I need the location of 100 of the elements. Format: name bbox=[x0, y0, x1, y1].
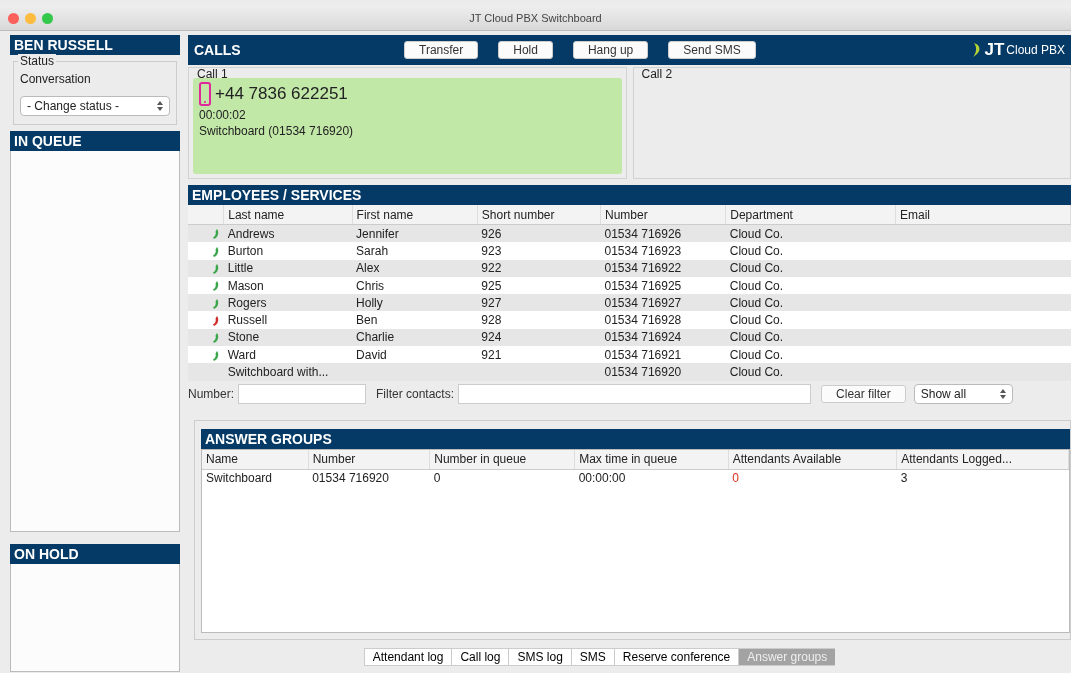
tab[interactable]: Attendant log bbox=[363, 647, 452, 666]
column-header[interactable]: Email bbox=[895, 205, 1071, 225]
table-cell: Cloud Co. bbox=[729, 261, 784, 276]
column-header[interactable]: Attendants Logged... bbox=[896, 449, 1069, 470]
table-cell: David bbox=[356, 347, 387, 362]
table-cell: 01534 716924 bbox=[604, 330, 682, 345]
filter-label: Filter contacts: bbox=[376, 386, 455, 401]
table-cell: Ward bbox=[227, 347, 256, 362]
tab[interactable]: SMS log bbox=[508, 647, 571, 666]
call-route: Switchboard (01534 716920) bbox=[199, 124, 355, 138]
column-header[interactable]: Short number bbox=[477, 205, 601, 225]
status-text: Conversation bbox=[20, 72, 92, 86]
table-cell: 925 bbox=[481, 278, 502, 293]
logo-text: Cloud PBX bbox=[1006, 43, 1065, 57]
table-cell: 01534 716927 bbox=[604, 295, 682, 310]
table-cell: Cloud Co. bbox=[729, 330, 784, 345]
call-label: Call 2 bbox=[640, 67, 674, 81]
table-cell: Switchboard bbox=[206, 471, 273, 486]
table-cell: Burton bbox=[227, 243, 264, 258]
table-cell: 924 bbox=[481, 330, 502, 345]
on-hold-header: ON HOLD bbox=[10, 544, 180, 564]
table-cell: Ben bbox=[356, 313, 378, 328]
table-cell: Little bbox=[227, 261, 254, 276]
table-cell: Mason bbox=[227, 278, 264, 293]
table-cell: 927 bbox=[481, 295, 502, 310]
number-field[interactable] bbox=[238, 383, 366, 404]
column-header[interactable]: Department bbox=[725, 205, 896, 225]
call-duration: 00:00:02 bbox=[199, 108, 247, 122]
call-label: Call 1 bbox=[196, 67, 229, 81]
table-cell: 01534 716921 bbox=[604, 347, 682, 362]
window-control-icon[interactable] bbox=[42, 12, 53, 24]
table-cell: 01534 716920 bbox=[312, 471, 389, 486]
call-action-button[interactable]: Transfer bbox=[404, 41, 479, 59]
column-header[interactable]: First name bbox=[352, 205, 478, 225]
call-action-button[interactable]: Hold bbox=[498, 41, 553, 59]
table-cell: 00:00:00 bbox=[578, 471, 626, 486]
call-action-button[interactable]: Send SMS bbox=[668, 41, 756, 59]
table-cell: 0 bbox=[433, 471, 441, 486]
table-cell: Cloud Co. bbox=[729, 226, 784, 241]
window-control-icon[interactable] bbox=[25, 12, 36, 24]
column-header[interactable]: Name bbox=[202, 449, 309, 470]
table-cell: 01534 716920 bbox=[604, 365, 682, 379]
calls-title: CALLS bbox=[194, 42, 242, 58]
table-cell: Charlie bbox=[356, 330, 395, 345]
table-cell: 3 bbox=[900, 471, 908, 486]
table-cell: 01534 716922 bbox=[604, 261, 682, 276]
column-header[interactable]: Max time in queue bbox=[574, 449, 729, 470]
table-cell: Jennifer bbox=[356, 226, 399, 241]
column-header[interactable]: Attendants Available bbox=[728, 449, 897, 470]
table-cell: 928 bbox=[481, 313, 502, 328]
window-control-icon[interactable] bbox=[8, 12, 19, 24]
user-name-header: BEN RUSSELL bbox=[10, 35, 180, 55]
column-header[interactable]: Number bbox=[600, 205, 726, 225]
table-cell: 01534 716925 bbox=[604, 278, 682, 293]
column-header[interactable]: Number bbox=[308, 449, 430, 470]
table-cell: 01534 716926 bbox=[604, 226, 682, 241]
table-cell: Cloud Co. bbox=[729, 313, 784, 328]
table-cell: Cloud Co. bbox=[729, 295, 784, 310]
table-cell: Alex bbox=[356, 261, 380, 276]
table-cell: Cloud Co. bbox=[729, 278, 784, 293]
table-cell: Sarah bbox=[356, 243, 389, 258]
column-header[interactable]: Number in queue bbox=[429, 449, 575, 470]
table-cell: Andrews bbox=[227, 226, 275, 241]
table-cell: 921 bbox=[481, 347, 502, 362]
answer-groups-header: ANSWER GROUPS bbox=[201, 428, 1070, 449]
tab[interactable]: SMS bbox=[570, 647, 614, 666]
table-cell: 0 bbox=[732, 471, 739, 486]
filter-field[interactable] bbox=[458, 383, 812, 404]
stepper-arrows-icon bbox=[157, 101, 163, 111]
table-cell: Chris bbox=[356, 278, 385, 293]
window-title: JT Cloud PBX Switchboard bbox=[469, 12, 602, 24]
mobile-phone-icon bbox=[199, 82, 211, 106]
table-cell: Cloud Co. bbox=[729, 347, 784, 362]
in-queue-header: IN QUEUE bbox=[10, 131, 180, 151]
stepper-arrows-icon bbox=[999, 388, 1006, 399]
table-cell: Cloud Co. bbox=[729, 243, 784, 258]
call-action-button[interactable]: Hang up bbox=[572, 41, 649, 59]
active-call-card[interactable]: +44 7836 622251 00:00:02 Switchboard (01534 716920) bbox=[193, 78, 622, 174]
table-cell: 01534 716923 bbox=[604, 243, 682, 258]
number-label: Number: bbox=[188, 386, 234, 401]
logo-mark: JT bbox=[984, 40, 1005, 60]
table-cell: Stone bbox=[227, 330, 260, 345]
show-select[interactable]: Show all bbox=[913, 383, 1013, 404]
table-cell: 01534 716928 bbox=[604, 313, 682, 328]
status-label: Status bbox=[18, 54, 57, 68]
table-cell: 922 bbox=[481, 261, 502, 276]
table-cell: Rogers bbox=[227, 295, 267, 310]
table-cell: Cloud Co. bbox=[729, 365, 784, 379]
column-header[interactable]: Last name bbox=[223, 205, 353, 225]
clear-filter-button[interactable]: Clear filter bbox=[821, 384, 906, 403]
employees-header: EMPLOYEES / SERVICES bbox=[188, 185, 1071, 205]
caller-number: +44 7836 622251 bbox=[215, 84, 348, 104]
table-cell: Switchboard with... bbox=[227, 365, 329, 379]
table-cell: Russell bbox=[227, 313, 268, 328]
tab[interactable]: Reserve conference bbox=[613, 647, 739, 666]
table-cell: 926 bbox=[481, 226, 502, 241]
status-select[interactable]: - Change status - bbox=[20, 96, 170, 116]
table-cell: Holly bbox=[356, 295, 383, 310]
table-cell: 923 bbox=[481, 243, 502, 258]
tab[interactable]: Call log bbox=[451, 647, 509, 666]
